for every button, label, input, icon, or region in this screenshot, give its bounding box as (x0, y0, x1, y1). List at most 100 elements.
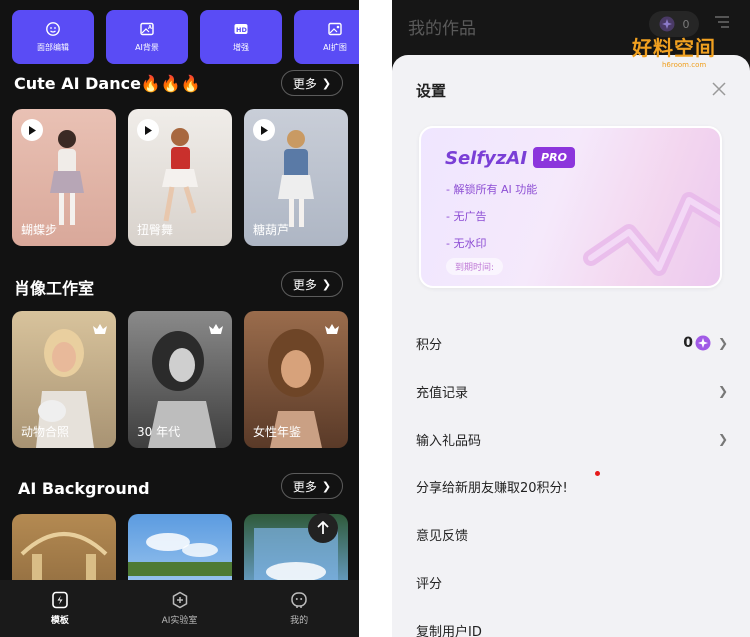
menu-item-points[interactable]: 积分 0 ❯ (416, 331, 728, 355)
feature-item: - 无水印 (446, 237, 487, 250)
card-caption: 动物合照 (21, 425, 70, 439)
tool-ai-expand[interactable]: AI扩图 (294, 10, 359, 64)
template-card[interactable]: 女性年鉴 (244, 311, 348, 448)
tool-label: AI背景 (135, 43, 159, 52)
coin-icon (695, 335, 711, 351)
menu-item-feedback[interactable]: 意见反馈 (416, 522, 728, 546)
more-button-dance[interactable]: 更多 ❯ (281, 70, 343, 96)
watermark-text: 好料空间 (632, 36, 716, 60)
tab-label: 我的 (290, 616, 309, 626)
template-card[interactable]: 糖葫芦 (244, 109, 348, 246)
coin-icon (659, 16, 674, 32)
bottom-tab-bar: 模板 AI实验室 我的 (0, 580, 359, 637)
more-button-portrait[interactable]: 更多 ❯ (281, 271, 343, 297)
menu-item-label: 复制用户ID (416, 624, 482, 637)
page-title: 我的作品 (408, 19, 476, 39)
tab-label: AI实验室 (161, 616, 198, 626)
tab-label: 模板 (50, 616, 69, 626)
menu-item-gift-code[interactable]: 输入礼品码 ❯ (416, 427, 728, 451)
tool-label: 增强 (233, 43, 249, 52)
menu-item-label: 输入礼品码 (416, 433, 482, 449)
play-icon (137, 119, 159, 141)
crown-icon (93, 324, 107, 334)
chevron-right-icon: ❯ (717, 384, 728, 398)
ai-expand-icon (328, 22, 342, 36)
menu-item-label: 评分 (416, 576, 443, 592)
svg-text:AI: AI (148, 25, 154, 31)
play-icon (21, 119, 43, 141)
more-button-background[interactable]: 更多 ❯ (281, 473, 343, 499)
card-caption: 蝴蝶步 (21, 223, 58, 237)
watermark-url: h6room.com (662, 61, 707, 69)
menu-item-copy-user-id[interactable]: 复制用户ID (416, 618, 728, 637)
menu-item-label: 充值记录 (416, 385, 469, 401)
chevron-right-icon: ❯ (717, 336, 728, 350)
tool-ai-background[interactable]: AI AI背景 (106, 10, 188, 64)
settings-screen: 我的作品 0 设置 SelfyzAI PRO - 解锁所有 AI 功能 - 无广… (392, 0, 750, 637)
card-caption: 30 年代 (137, 425, 181, 439)
more-label: 更多 (292, 479, 317, 494)
play-icon (253, 119, 275, 141)
watermark: 好料空间 h6room.com (628, 32, 728, 74)
profile-icon (291, 592, 307, 608)
expiry-label: 到期时间: (446, 258, 504, 275)
template-card[interactable]: 扭臀舞 (128, 109, 232, 246)
crown-icon (325, 324, 339, 334)
section-title-cute-ai-dance: Cute AI Dance🔥🔥🔥 (14, 74, 201, 93)
chevron-right-icon: ❯ (321, 277, 332, 291)
tool-enhance[interactable]: HD 增强 (200, 10, 282, 64)
pro-subscription-card[interactable]: SelfyzAI PRO - 解锁所有 AI 功能 - 无广告 - 无水印 到期… (419, 126, 722, 288)
menu-item-label: 意见反馈 (416, 528, 469, 544)
section-title-portrait-studio: 肖像工作室 (14, 279, 95, 298)
templates-screen: 面部编辑 AI AI背景 HD 增强 AI扩图 Cute AI Dance🔥🔥🔥… (0, 0, 359, 637)
menu-item-rate[interactable]: 评分 (416, 570, 728, 594)
card-caption: 糖葫芦 (253, 223, 290, 237)
chevron-right-icon: ❯ (717, 432, 728, 446)
pro-badge: PRO (533, 147, 575, 168)
points-value: 0 (683, 335, 711, 351)
tool-label: 面部编辑 (37, 43, 69, 52)
menu-item-label: 分享给新朋友赚取20积分! (416, 480, 568, 496)
crown-icon (209, 324, 223, 334)
chevron-right-icon: ❯ (321, 479, 332, 493)
template-card[interactable]: 动物合照 (12, 311, 116, 448)
tool-shortcuts: 面部编辑 AI AI背景 HD 增强 AI扩图 (12, 10, 359, 64)
tool-label: AI扩图 (323, 43, 347, 52)
template-icon (52, 591, 68, 609)
tool-face-edit[interactable]: 面部编辑 (12, 10, 94, 64)
tab-ai-lab[interactable]: AI实验室 (120, 580, 240, 637)
svg-text:HD: HD (236, 26, 247, 34)
settings-sheet: 设置 SelfyzAI PRO - 解锁所有 AI 功能 - 无广告 - 无水印… (392, 55, 750, 637)
more-label: 更多 (292, 277, 317, 292)
menu-item-share[interactable]: 分享给新朋友赚取20积分! (416, 474, 728, 498)
ai-background-icon: AI (140, 22, 154, 36)
tab-profile[interactable]: 我的 (239, 580, 359, 637)
menu-lines-icon[interactable] (715, 16, 729, 28)
menu-item-recharge-history[interactable]: 充值记录 ❯ (416, 379, 728, 403)
section-title-ai-background: AI Background (18, 479, 150, 498)
tab-templates[interactable]: 模板 (0, 580, 120, 637)
decorative-wave-graphic (583, 192, 720, 276)
arrow-up-icon (317, 521, 329, 534)
close-icon[interactable] (712, 82, 726, 96)
dance-cards: 蝴蝶步 扭臀舞 糖葫芦 (12, 109, 359, 246)
brand-name: SelfyzAI (445, 148, 528, 169)
portrait-cards: 动物合照 30 年代 女性年鉴 (12, 311, 359, 448)
notification-dot (595, 471, 600, 476)
scroll-to-top-button[interactable] (308, 513, 338, 543)
hd-enhance-icon: HD (234, 24, 248, 34)
points-count: 0 (683, 335, 693, 351)
face-edit-icon (46, 22, 60, 36)
card-caption: 女性年鉴 (253, 425, 302, 439)
feature-item: - 无广告 (446, 210, 487, 223)
ai-lab-icon (172, 591, 187, 609)
coin-count: 0 (682, 17, 690, 31)
menu-item-label: 积分 (416, 337, 443, 353)
card-caption: 扭臀舞 (137, 223, 174, 237)
template-card[interactable]: 30 年代 (128, 311, 232, 448)
template-card[interactable]: 蝴蝶步 (12, 109, 116, 246)
sheet-title: 设置 (416, 82, 447, 100)
chevron-right-icon: ❯ (321, 76, 332, 90)
more-label: 更多 (292, 76, 317, 91)
feature-item: - 解锁所有 AI 功能 (446, 183, 538, 196)
